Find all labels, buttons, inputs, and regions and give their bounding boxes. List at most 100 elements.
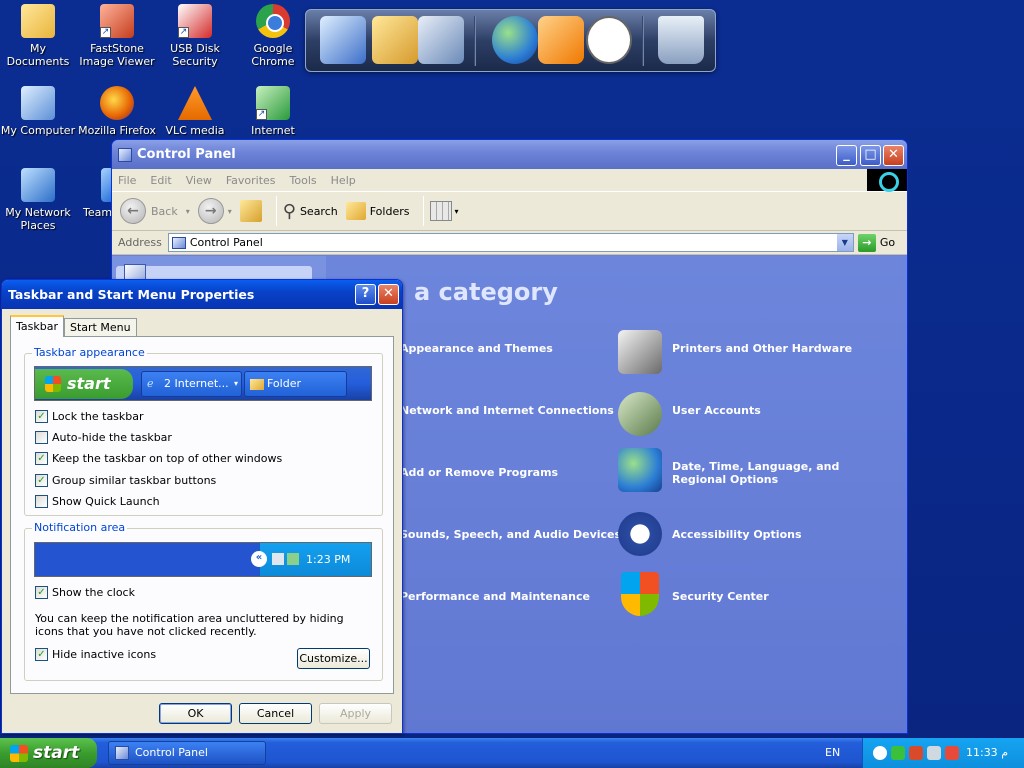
- up-folder-button[interactable]: [239, 200, 262, 222]
- category-printers-hardware[interactable]: Printers and Other Hardware: [672, 342, 852, 355]
- control-panel-titlebar[interactable]: Control Panel _ □ ✕: [112, 140, 907, 169]
- dialog-title: Taskbar and Start Menu Properties: [8, 287, 255, 302]
- menu-view[interactable]: View: [186, 174, 212, 187]
- desktop-icon-my-documents[interactable]: My Documents: [0, 4, 78, 68]
- printer-icon[interactable]: [618, 330, 662, 374]
- chrome-icon: [256, 4, 290, 38]
- category-performance-maintenance[interactable]: Performance and Maintenance: [400, 590, 590, 603]
- desktop-icon-usb-disk-security[interactable]: ↗ USB Disk Security: [155, 4, 235, 68]
- desktop-icon-label: My Documents: [6, 42, 70, 68]
- category-sounds-speech-audio[interactable]: Sounds, Speech, and Audio Devices: [400, 528, 621, 541]
- cancel-button[interactable]: Cancel: [239, 703, 312, 724]
- views-icon: [430, 201, 453, 221]
- date-time-globe-icon[interactable]: [618, 448, 662, 492]
- user-accounts-icon[interactable]: [618, 392, 662, 436]
- group-buttons-checkbox[interactable]: ✓ Group similar taskbar buttons: [35, 474, 216, 487]
- customize-button[interactable]: Customize...: [297, 648, 370, 669]
- category-accessibility-options[interactable]: Accessibility Options: [672, 528, 802, 541]
- hide-inactive-icons-checkbox[interactable]: ✓ Hide inactive icons: [35, 648, 156, 661]
- apply-button[interactable]: Apply: [319, 703, 392, 724]
- dialog-titlebar[interactable]: Taskbar and Start Menu Properties ? ✕: [2, 280, 402, 309]
- menu-file[interactable]: File: [118, 174, 136, 187]
- chevron-left-icon: «: [251, 551, 267, 567]
- address-field[interactable]: Control Panel ▼: [167, 233, 854, 252]
- tray-shield-icon[interactable]: [945, 746, 959, 760]
- window-title: Control Panel: [137, 147, 236, 162]
- media-player-dock-icon[interactable]: [538, 16, 584, 64]
- desktop-icon-label: Internet: [251, 124, 295, 137]
- notification-info-text: You can keep the notification area unclu…: [35, 612, 344, 638]
- settings-dock-icon[interactable]: [418, 16, 464, 64]
- help-button[interactable]: ?: [355, 284, 376, 305]
- keep-on-top-checkbox[interactable]: ✓ Keep the taskbar on top of other windo…: [35, 452, 282, 465]
- toolbar-separator: [423, 196, 425, 226]
- desktop-icon-vlc[interactable]: VLC media: [155, 86, 235, 137]
- address-dropdown-button[interactable]: ▼: [836, 234, 853, 251]
- language-indicator[interactable]: EN: [825, 738, 840, 768]
- go-button[interactable]: → Go: [857, 233, 896, 252]
- clock-dock-icon[interactable]: [586, 16, 632, 64]
- preview-clock: 1:23 PM: [306, 553, 351, 566]
- category-appearance-themes[interactable]: Appearance and Themes: [400, 342, 553, 355]
- maximize-button[interactable]: □: [860, 145, 881, 166]
- tray-clock[interactable]: 11:33 م: [966, 738, 1008, 768]
- desktop-icon-firefox[interactable]: Mozilla Firefox: [77, 86, 157, 137]
- tray-chat-icon[interactable]: [873, 746, 887, 760]
- auto-hide-checkbox[interactable]: Auto-hide the taskbar: [35, 431, 172, 444]
- start-button[interactable]: start: [0, 738, 97, 768]
- search-button[interactable]: ⚲ Search: [283, 201, 338, 222]
- views-button[interactable]: ▾: [430, 201, 458, 221]
- forward-button[interactable]: → ▾: [197, 198, 232, 224]
- toolbar-separator: [275, 196, 277, 226]
- desktop-icon-faststone[interactable]: ↗ FastStone Image Viewer: [77, 4, 157, 68]
- quick-launch-checkbox[interactable]: Show Quick Launch: [35, 495, 160, 508]
- dialog-tabs: Taskbar Start Menu: [10, 315, 137, 337]
- folders-button[interactable]: Folders: [345, 202, 410, 220]
- chevron-down-icon: ▾: [454, 206, 459, 216]
- tab-start-menu[interactable]: Start Menu: [64, 318, 137, 337]
- folder-icon: [250, 379, 264, 390]
- folder-dock-icon[interactable]: [372, 16, 418, 64]
- category-add-remove-programs[interactable]: Add or Remove Programs: [400, 466, 558, 479]
- desktop-icon-label: My Computer: [0, 124, 76, 137]
- category-date-time-language[interactable]: Date, Time, Language, and Regional Optio…: [672, 460, 894, 486]
- menu-tools[interactable]: Tools: [290, 174, 317, 187]
- tab-taskbar[interactable]: Taskbar: [10, 315, 64, 337]
- folders-label: Folders: [369, 204, 410, 218]
- category-user-accounts[interactable]: User Accounts: [672, 404, 761, 417]
- vlc-icon: [178, 86, 212, 120]
- desktop-icon-internet[interactable]: ↗ Internet: [233, 86, 313, 137]
- lock-taskbar-checkbox[interactable]: ✓ Lock the taskbar: [35, 410, 144, 423]
- ok-button[interactable]: OK: [159, 703, 232, 724]
- show-clock-checkbox[interactable]: ✓ Show the clock: [35, 586, 135, 599]
- category-security-center[interactable]: Security Center: [672, 590, 769, 603]
- back-label: Back: [151, 204, 178, 218]
- desktop-icon-chrome[interactable]: Google Chrome: [233, 4, 313, 68]
- security-center-shield-icon[interactable]: [621, 572, 659, 616]
- recycle-bin-dock-icon[interactable]: [658, 16, 704, 64]
- tray-network-icon[interactable]: [927, 746, 941, 760]
- globe-dock-icon[interactable]: [492, 16, 538, 64]
- menu-edit[interactable]: Edit: [150, 174, 171, 187]
- computer-dock-icon[interactable]: [320, 16, 366, 64]
- minimize-button[interactable]: _: [836, 145, 857, 166]
- back-button[interactable]: ← Back ▾: [120, 198, 190, 224]
- close-button[interactable]: ✕: [883, 145, 904, 166]
- accessibility-icon[interactable]: [618, 512, 662, 556]
- desktop-icon-network-places[interactable]: My Network Places: [0, 168, 78, 232]
- group-label: Taskbar appearance: [32, 346, 147, 359]
- dialog-close-button[interactable]: ✕: [378, 284, 399, 305]
- quick-launch-dock: [305, 9, 716, 72]
- folders-icon: [345, 202, 366, 220]
- go-label: Go: [879, 236, 896, 249]
- taskbar-preview: start ℯ 2 Internet... ▾ Folder: [34, 366, 372, 401]
- desktop-icon-label: FastStone Image Viewer: [79, 42, 155, 68]
- taskbar-button-control-panel[interactable]: Control Panel: [108, 741, 266, 765]
- category-network-connections[interactable]: Network and Internet Connections: [400, 404, 614, 417]
- preview-internet-button: ℯ 2 Internet... ▾: [141, 371, 242, 397]
- desktop-icon-my-computer[interactable]: My Computer: [0, 86, 78, 137]
- tray-usb-icon[interactable]: [909, 746, 923, 760]
- menu-help[interactable]: Help: [331, 174, 356, 187]
- menu-favorites[interactable]: Favorites: [226, 174, 276, 187]
- tray-security-icon[interactable]: [891, 746, 905, 760]
